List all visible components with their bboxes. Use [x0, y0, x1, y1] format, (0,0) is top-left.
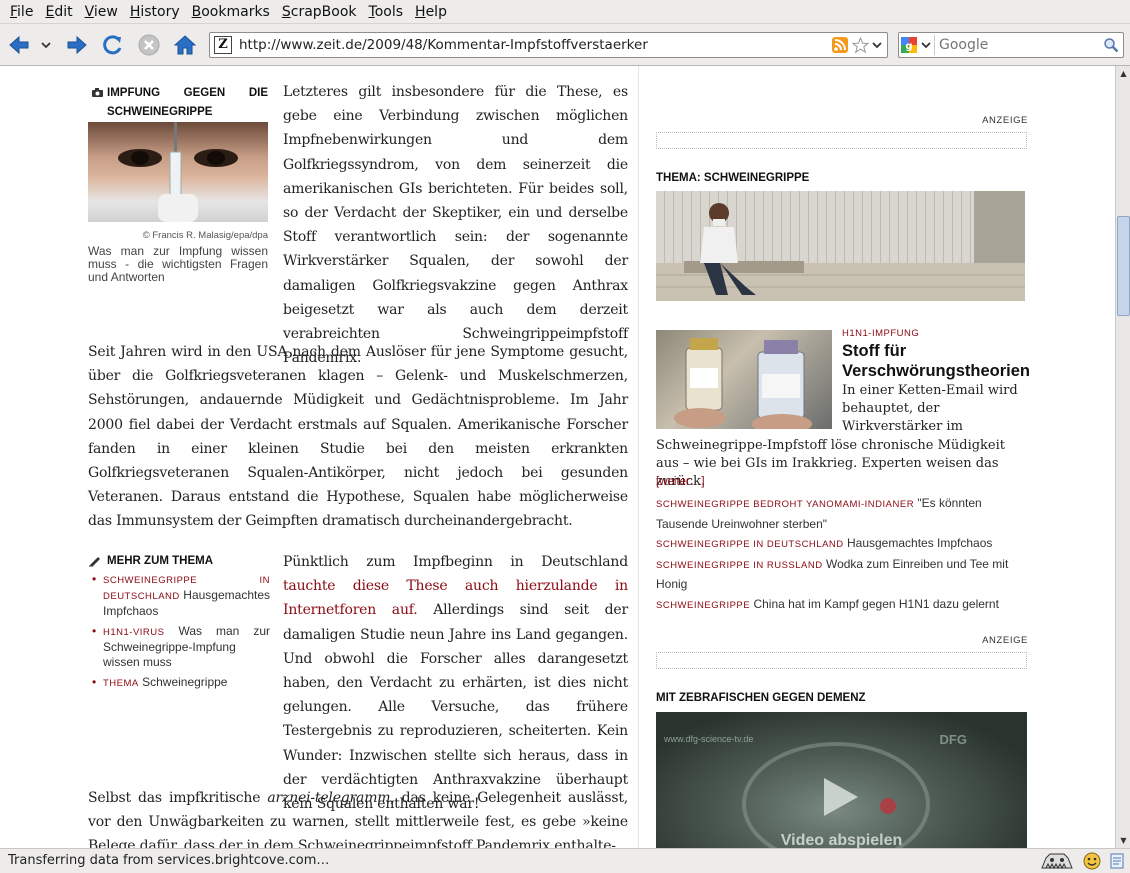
home-button[interactable]	[172, 32, 198, 58]
search-box[interactable]: g	[898, 32, 1124, 58]
related-link-item[interactable]: SCHWEINEGRIPPE IN DEUTSCHLAND Hausgemach…	[88, 572, 270, 619]
status-bar: Transferring data from services.brightco…	[0, 848, 1130, 873]
paragraph-1-text: Letzteres gilt insbesondere für die Thes…	[283, 84, 628, 367]
sidebar-link-tag[interactable]: SCHWEINEGRIPPE IN RUSSLAND	[656, 560, 823, 571]
url-text[interactable]: http://www.zeit.de/2009/48/Kommentar-Imp…	[239, 37, 648, 53]
menu-bookmarks[interactable]: Bookmarks	[186, 4, 276, 20]
related-links-title: MEHR ZUM THEMA	[107, 555, 214, 567]
paragraph-3-text: Pünktlich zum Impfbeginn in Deutschland	[283, 554, 628, 570]
sidebar-photo-masked-man[interactable]	[656, 191, 1025, 301]
ad-label-2: ANZEIGE	[982, 635, 1028, 646]
sidebar-link-tag[interactable]: SCHWEINEGRIPPE BEDROHT YANOMAMI-INDIANER	[656, 499, 914, 510]
sidebar-link-item[interactable]: SCHWEINEGRIPPE IN DEUTSCHLAND Hausgemach…	[656, 534, 1028, 555]
teaser-float-spacer	[656, 382, 842, 430]
paragraph-4-text: Selbst das impfkritische	[88, 790, 268, 806]
stop-icon	[138, 34, 160, 56]
vaccine-photo[interactable]	[88, 122, 268, 222]
sidebar-link-item[interactable]: SCHWEINEGRIPPE IN RUSSLAND Wodka zum Ein…	[656, 555, 1028, 595]
chevron-down-icon	[921, 42, 931, 49]
bookmark-star-icon[interactable]	[852, 37, 869, 54]
forward-arrow-icon	[67, 35, 87, 55]
ad-slot-1[interactable]	[656, 132, 1027, 149]
scroll-down-arrow-icon[interactable]: ▼	[1117, 834, 1130, 847]
rss-feed-icon[interactable]	[832, 37, 848, 53]
article-paragraph-4: Selbst das impfkritische arznei-telegram…	[88, 786, 628, 848]
photo-caption[interactable]: Was man zur Impfung wissen muss - die wi…	[88, 245, 268, 284]
back-history-dropdown[interactable]	[36, 32, 56, 58]
forward-button[interactable]	[64, 32, 90, 58]
video-player[interactable]: www.dfg-science-tv.de DFG Video abspiele…	[656, 712, 1027, 848]
ad-label-1: ANZEIGE	[982, 115, 1028, 126]
menu-tools[interactable]: Tools	[363, 4, 410, 20]
menu-file[interactable]: File	[4, 4, 39, 20]
related-links-box: MEHR ZUM THEMA SCHWEINEGRIPPE IN DEUTSCH…	[88, 555, 270, 696]
ad-slot-2[interactable]	[656, 652, 1027, 669]
sidebar-link-item[interactable]: SCHWEINEGRIPPE BEDROHT YANOMAMI-INDIANER…	[656, 494, 1028, 534]
related-link-item[interactable]: THEMA Schweinegrippe	[88, 675, 270, 691]
related-link-item[interactable]: H1N1-VIRUS Was man zur Schweinegrippe-Im…	[88, 624, 270, 670]
sidebar-link-text[interactable]: China hat im Kampf gegen H1N1 dazu geler…	[753, 597, 998, 611]
menu-view[interactable]: View	[79, 4, 124, 20]
sidebar-section-title[interactable]: THEMA: SCHWEINEGRIPPE	[656, 172, 1028, 184]
menu-edit[interactable]: Edit	[39, 4, 78, 20]
related-link-tag[interactable]: THEMA	[103, 678, 139, 689]
svg-text:g: g	[905, 41, 912, 52]
sidebar-link-tag[interactable]: SCHWEINEGRIPPE	[656, 600, 750, 611]
stop-button[interactable]	[136, 32, 162, 58]
menu-history[interactable]: History	[124, 4, 186, 20]
teaser-more-link[interactable]: [weiter…]	[656, 476, 705, 488]
sidebar-link-item[interactable]: SCHWEINEGRIPPE China hat im Kampf gegen …	[656, 595, 1028, 616]
teaser-headline[interactable]: Stoff für Verschwörungstheorien	[842, 341, 1032, 381]
back-button[interactable]	[6, 32, 32, 58]
menu-scrapbook[interactable]: ScrapBook	[276, 4, 363, 20]
related-links-list: SCHWEINEGRIPPE IN DEUTSCHLAND Hausgemach…	[88, 572, 270, 691]
camera-icon	[92, 88, 103, 97]
pencil-icon	[89, 557, 100, 567]
arznei-telegramm-emphasis: arznei-telegramm,	[267, 790, 395, 806]
paragraph-3-rest: Allerdings sind seit der damaligen Studi…	[283, 602, 629, 813]
adblock-monster-icon[interactable]	[1040, 852, 1074, 870]
teaser-body: In einer Ketten-Email wird behauptet, de…	[656, 382, 1028, 491]
menu-help[interactable]: Help	[409, 4, 453, 20]
infobox-title[interactable]: IMPFUNG GEGEN DIE SCHWEINEGRIPPE	[107, 84, 268, 122]
video-section-title[interactable]: MIT ZEBRAFISCHEN GEGEN DEMENZ	[656, 692, 1028, 704]
search-icon[interactable]	[1103, 37, 1119, 53]
reload-button[interactable]	[100, 32, 126, 58]
menu-bar: File Edit View History Bookmarks ScrapBo…	[0, 0, 1130, 24]
article-paragraph-3-wrap: Pünktlich zum Impfbeginn in Deutschland …	[283, 550, 628, 816]
search-input[interactable]	[939, 36, 1099, 54]
page-content: IMPFUNG GEGEN DIE SCHWEINEGRIPPE © Franc…	[0, 66, 1115, 848]
column-divider	[638, 66, 639, 848]
scroll-up-arrow-icon[interactable]: ▲	[1117, 67, 1130, 80]
related-link-text[interactable]: Schweinegrippe	[142, 675, 227, 689]
scrollbar-thumb[interactable]	[1117, 216, 1130, 316]
vertical-scrollbar[interactable]: ▲ ▼	[1115, 66, 1130, 848]
site-favicon: Z	[214, 36, 232, 54]
navigation-toolbar: Z http://www.zeit.de/2009/48/Kommentar-I…	[0, 24, 1130, 66]
url-bar[interactable]: Z http://www.zeit.de/2009/48/Kommentar-I…	[209, 32, 888, 58]
reload-icon	[103, 35, 122, 55]
play-icon[interactable]	[816, 774, 862, 820]
search-engine-selector[interactable]: g	[901, 35, 935, 55]
sidebar-link-tag[interactable]: SCHWEINEGRIPPE IN DEUTSCHLAND	[656, 539, 844, 550]
video-play-label[interactable]: Video abspielen	[656, 832, 1027, 848]
back-arrow-icon	[9, 35, 29, 55]
related-link-tag[interactable]: H1N1-VIRUS	[103, 627, 165, 638]
photo-credit: © Francis R. Malasig/epa/dpa	[142, 230, 268, 241]
home-icon	[174, 35, 196, 55]
teaser-kicker[interactable]: H1N1-IMPFUNG	[842, 328, 919, 339]
article-paragraph-1: Letzteres gilt insbesondere für die Thes…	[283, 80, 628, 366]
sidebar-link-text[interactable]: Hausgemachtes Impfchaos	[847, 536, 992, 550]
url-history-dropdown-icon[interactable]	[872, 41, 882, 49]
article-paragraph-2: Seit Jahren wird in den USA nach dem Aus…	[88, 344, 628, 530]
status-text: Transferring data from services.brightco…	[8, 853, 330, 868]
sidebar-link-list: SCHWEINEGRIPPE BEDROHT YANOMAMI-INDIANER…	[656, 494, 1028, 615]
page-info-icon[interactable]	[1110, 853, 1124, 869]
smiley-addon-icon[interactable]	[1083, 852, 1101, 870]
chevron-down-icon	[41, 42, 51, 49]
google-engine-icon: g	[901, 37, 917, 53]
